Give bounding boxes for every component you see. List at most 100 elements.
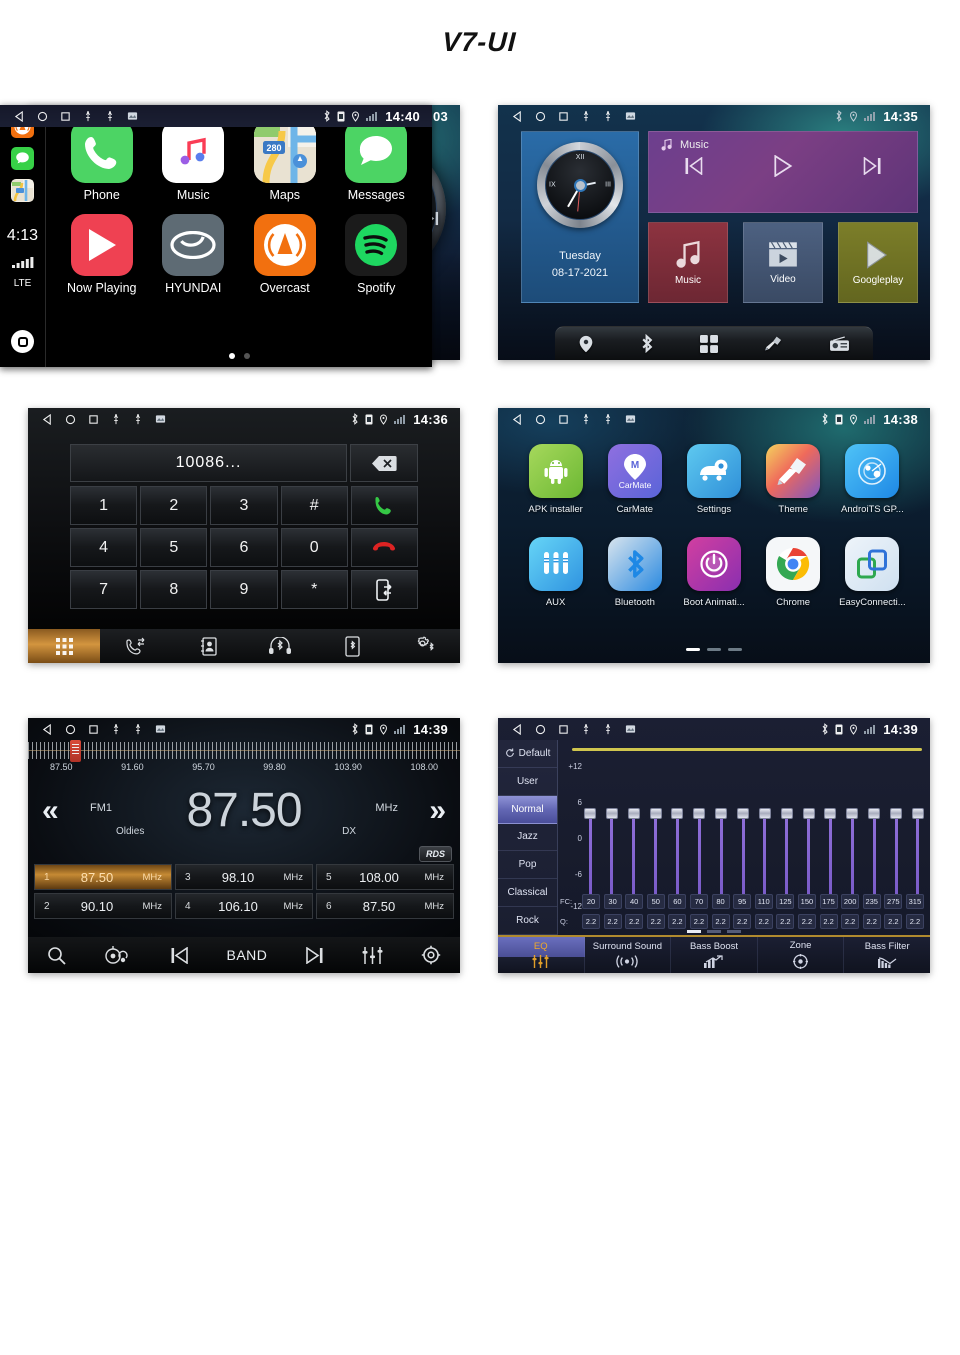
prev-icon[interactable] [170, 946, 189, 964]
eq-fader[interactable] [584, 762, 596, 912]
preset-grid[interactable]: 1 87.50 MHz 3 98.10 MHz 5 108.00 MHz 2 9… [34, 864, 454, 919]
carplay-home-icon[interactable] [11, 330, 34, 353]
recents-icon[interactable] [558, 414, 569, 425]
carplay-sidebar[interactable]: 4:13 LTE [0, 105, 46, 367]
carplay-app-phone[interactable]: Phone [56, 121, 148, 202]
fc-cell[interactable]: 50 [646, 894, 665, 909]
panel-radio[interactable]: 14:39 87.50 91.60 95.70 99.80 103.90 108… [28, 718, 460, 973]
back-icon[interactable] [512, 110, 523, 122]
key-5[interactable]: 5 [140, 528, 208, 567]
eq-preset-jazz[interactable]: Jazz [498, 824, 557, 852]
pager-dot[interactable] [707, 930, 721, 933]
transfer-call-button[interactable] [350, 570, 418, 609]
dialer-display[interactable]: 10086... [70, 444, 418, 482]
app-theme[interactable]: Theme [754, 444, 833, 515]
band-button[interactable]: BAND [227, 947, 268, 963]
back-icon[interactable] [512, 413, 523, 425]
fc-cell[interactable]: 110 [754, 894, 773, 909]
eq-fader[interactable] [671, 762, 684, 912]
home-icon[interactable] [535, 111, 546, 122]
app-bluetooth[interactable]: Bluetooth [595, 537, 674, 608]
eq-fader[interactable] [890, 762, 903, 912]
fc-cell[interactable]: 200 [841, 894, 860, 909]
eq-preset-default[interactable]: Default [498, 740, 557, 768]
dialer-toolbar[interactable] [28, 629, 460, 663]
carplay-app-messages[interactable]: Messages [331, 121, 423, 202]
eq-faders[interactable] [584, 762, 924, 912]
tile-googleplay[interactable]: Googleplay [838, 222, 918, 303]
app-easyconnection[interactable]: EasyConnecti... [833, 537, 912, 608]
app-boot-animation[interactable]: Boot Animati... [674, 537, 753, 608]
pager-dot[interactable] [707, 648, 721, 651]
eq-fader[interactable] [780, 762, 793, 912]
tab-eq[interactable]: EQ [498, 937, 585, 973]
panel-widgets[interactable]: 14:35 XII III IX Tuesday 08-17-2021 Musi… [498, 105, 930, 360]
music-widget[interactable]: Music [648, 131, 918, 213]
eq-preset-pop[interactable]: Pop [498, 851, 557, 880]
tile-music[interactable]: Music [648, 222, 728, 303]
play-icon[interactable] [772, 155, 794, 177]
eq-fader[interactable] [627, 762, 640, 912]
tab-bass-boost[interactable]: Bass Boost [671, 937, 758, 973]
toolbar-bt-phone[interactable] [316, 635, 388, 657]
eq-fader[interactable] [868, 762, 881, 912]
tune-down-button[interactable]: « [28, 796, 73, 826]
q-cell[interactable]: 2.2 [754, 914, 773, 929]
toolbar-bt-audio[interactable] [244, 637, 316, 655]
key-4[interactable]: 4 [70, 528, 138, 567]
preset-3[interactable]: 3 98.10 MHz [175, 864, 313, 890]
dialer-keypad[interactable]: 1 2 3 # 4 5 6 0 7 8 9 * [70, 486, 418, 609]
clock-widget[interactable]: XII III IX Tuesday 08-17-2021 [521, 131, 639, 303]
eq-fader[interactable] [605, 762, 618, 912]
fc-cell[interactable]: 235 [862, 894, 881, 909]
home-icon[interactable] [37, 111, 48, 122]
back-icon[interactable] [42, 723, 53, 735]
pager-dot[interactable] [687, 930, 701, 933]
gear-icon[interactable] [421, 945, 441, 965]
eq-preset-normal[interactable]: Normal [498, 795, 557, 824]
q-cell[interactable]: 2.2 [625, 914, 644, 929]
eq-pager[interactable] [498, 930, 930, 933]
key-star[interactable]: * [280, 570, 348, 609]
home-icon[interactable] [535, 414, 546, 425]
prev-icon[interactable] [683, 157, 704, 175]
search-icon[interactable] [47, 946, 66, 965]
carplay-app-hyundai[interactable]: HYUNDAI [148, 214, 240, 295]
eq-fader[interactable] [693, 762, 706, 912]
toolbar-bt-settings[interactable] [388, 636, 460, 656]
recents-icon[interactable] [88, 414, 99, 425]
eq-preset-classical[interactable]: Classical [498, 879, 557, 908]
messages-icon[interactable] [11, 147, 34, 170]
call-button[interactable] [350, 486, 418, 525]
fc-cell[interactable]: 175 [819, 894, 838, 909]
app-apk-installer[interactable]: APK installer [516, 444, 595, 515]
pager-dot[interactable] [686, 648, 700, 651]
recents-icon[interactable] [60, 111, 71, 122]
maps-icon[interactable] [11, 179, 34, 202]
q-cell[interactable]: 2.2 [862, 914, 881, 929]
q-cell[interactable]: 2.2 [733, 914, 752, 929]
home-dock[interactable] [555, 326, 873, 360]
rds-badge[interactable]: RDS [418, 846, 452, 862]
q-cell[interactable]: 2.2 [905, 914, 924, 929]
theme-icon[interactable] [764, 335, 783, 352]
eq-fader[interactable] [846, 762, 859, 912]
recents-icon[interactable] [88, 724, 99, 735]
tab-bass-filter[interactable]: Bass Filter [844, 937, 930, 973]
q-cell[interactable]: 2.2 [582, 914, 600, 929]
radio-icon[interactable] [829, 335, 850, 352]
pager-dot[interactable] [243, 353, 250, 359]
app-grid[interactable]: APK installer M CarMate CarMate Settings … [516, 444, 912, 608]
fc-cell[interactable]: 20 [582, 894, 600, 909]
radio-toolbar[interactable]: BAND [28, 937, 460, 973]
apps-icon[interactable] [700, 334, 718, 353]
fc-cell[interactable]: 40 [625, 894, 644, 909]
q-cell[interactable]: 2.2 [841, 914, 860, 929]
carplay-pager[interactable] [56, 353, 422, 359]
carplay-app-music[interactable]: Music [148, 121, 240, 202]
q-cell[interactable]: 2.2 [668, 914, 687, 929]
tab-zone[interactable]: Zone [758, 937, 845, 973]
eq-fader[interactable] [911, 762, 924, 912]
key-8[interactable]: 8 [140, 570, 208, 609]
bluetooth-icon[interactable] [640, 334, 654, 353]
